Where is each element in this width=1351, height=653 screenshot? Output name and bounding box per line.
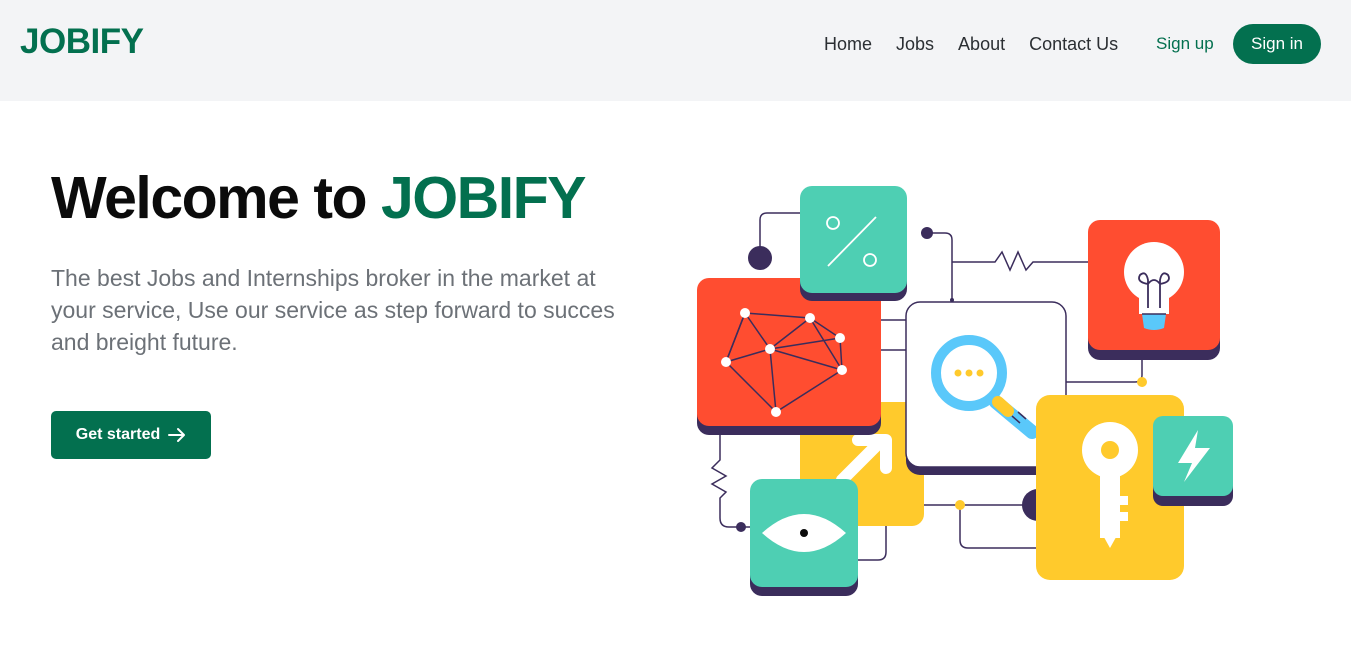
hero-illustration — [697, 186, 1233, 596]
nav-home-link[interactable]: Home — [824, 33, 872, 55]
nav-links: Home Jobs About Contact Us — [824, 33, 1118, 55]
sign-up-link[interactable]: Sign up — [1156, 33, 1214, 55]
sign-in-button[interactable]: Sign in — [1233, 24, 1321, 64]
nav-about-link[interactable]: About — [958, 33, 1005, 55]
hero-title-brand: JOBIFY — [380, 165, 587, 231]
hero-title: Welcome to JOBIFY — [51, 164, 587, 232]
nav-jobs-link[interactable]: Jobs — [896, 33, 934, 55]
get-started-label: Get started — [75, 426, 161, 443]
brand-logo[interactable]: JOBIFY — [20, 22, 144, 62]
network-tile — [697, 278, 881, 435]
navbar: JOBIFY Home Jobs About Contact Us Sign u… — [0, 0, 1351, 101]
nav-contact-link[interactable]: Contact Us — [1029, 33, 1118, 55]
percent-tile — [800, 186, 907, 301]
hero-subtitle: The best Jobs and Internships broker in … — [51, 265, 615, 355]
eye-tile — [750, 479, 858, 596]
get-started-button[interactable]: Get started — [51, 411, 211, 459]
hero-title-prefix: Welcome to — [51, 165, 381, 231]
lightbulb-tile — [1088, 220, 1220, 360]
lightning-tile — [1153, 416, 1233, 506]
arrow-right-icon — [168, 428, 186, 442]
